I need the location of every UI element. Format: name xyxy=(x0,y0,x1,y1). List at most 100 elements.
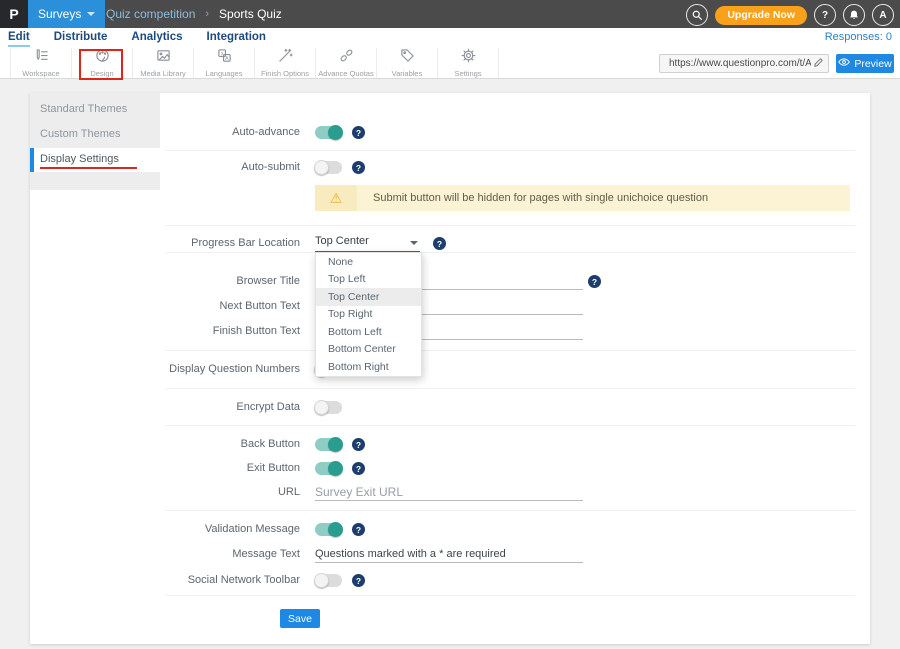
encrypt-data-toggle[interactable] xyxy=(315,401,342,414)
auto-submit-toggle[interactable] xyxy=(315,161,342,174)
dropdown-option-bottom-right[interactable]: Bottom Right xyxy=(316,358,421,376)
toolbar-item-advance-quotas[interactable]: Advance Quotas xyxy=(316,48,377,78)
validation-message-row: Validation Message ? xyxy=(30,521,870,538)
auto-submit-label: Auto-submit xyxy=(30,161,300,173)
toolbar-item-label: Workspace xyxy=(22,69,59,78)
toolbar-item-workspace[interactable]: Workspace xyxy=(10,48,72,78)
auto-advance-toggle[interactable] xyxy=(315,126,342,139)
eye-icon xyxy=(838,57,850,70)
dropdown-option-top-center[interactable]: Top Center xyxy=(316,288,421,306)
progress-bar-location-label: Progress Bar Location xyxy=(30,237,300,249)
magic-wand-icon xyxy=(278,48,293,68)
progress-bar-location-row: Progress Bar Location Top Center ? xyxy=(30,235,870,252)
help-icon[interactable]: ? xyxy=(433,237,446,250)
exit-url-label: URL xyxy=(30,486,300,498)
dropdown-option-top-right[interactable]: Top Right xyxy=(316,306,421,324)
tag-icon xyxy=(400,48,415,68)
help-icon[interactable]: ? xyxy=(352,462,365,475)
exit-url-input[interactable] xyxy=(315,484,583,501)
message-text-row: Message Text xyxy=(30,546,870,563)
tab-distribute[interactable]: Distribute xyxy=(54,28,108,47)
survey-url-input[interactable] xyxy=(667,57,813,70)
chevron-down-icon xyxy=(410,241,418,245)
toggle-knob xyxy=(314,573,329,588)
app-window: P Surveys Quiz competition › Sports Quiz… xyxy=(0,0,900,649)
upgrade-now-button[interactable]: Upgrade Now xyxy=(715,6,807,25)
social-network-toolbar-toggle[interactable] xyxy=(315,574,342,587)
message-text-input[interactable] xyxy=(315,546,583,563)
help-icon[interactable]: ? xyxy=(588,275,601,288)
warning-banner: ⚠ Submit button will be hidden for pages… xyxy=(315,185,850,211)
notifications-bell-icon[interactable] xyxy=(843,4,865,26)
tab-analytics[interactable]: Analytics xyxy=(131,28,182,47)
divider xyxy=(165,350,855,351)
divider xyxy=(165,510,855,511)
finish-button-text-label: Finish Button Text xyxy=(30,325,300,337)
top-navbar: P Surveys Quiz competition › Sports Quiz… xyxy=(0,0,900,28)
help-icon[interactable]: ? xyxy=(352,161,365,174)
warning-text: Submit button will be hidden for pages w… xyxy=(373,192,708,204)
media-library-icon xyxy=(156,48,171,68)
back-button-label: Back Button xyxy=(30,438,300,450)
auto-advance-row: Auto-advance ? xyxy=(30,124,870,141)
browser-title-row: Browser Title ? xyxy=(30,273,870,290)
help-button[interactable]: ? xyxy=(814,4,836,26)
toolbar-item-languages[interactable]: x A Languages xyxy=(194,48,255,78)
toolbar-item-variables[interactable]: Variables xyxy=(377,48,438,78)
help-icon[interactable]: ? xyxy=(352,574,365,587)
surveys-menu[interactable]: Surveys xyxy=(28,0,105,28)
tab-edit[interactable]: Edit xyxy=(8,28,30,47)
progress-bar-location-select[interactable]: Top Center xyxy=(315,235,420,251)
back-button-toggle[interactable] xyxy=(315,438,342,451)
toolbar-item-media-library[interactable]: Media Library xyxy=(133,48,194,78)
languages-icon: x A xyxy=(217,48,232,68)
svg-text:x: x xyxy=(220,51,223,57)
validation-message-label: Validation Message xyxy=(30,523,300,535)
sidebar-item-standard-themes[interactable]: Standard Themes xyxy=(40,103,127,115)
toggle-knob xyxy=(314,160,329,175)
toolbar-item-label: Finish Options xyxy=(261,69,309,78)
annotation-red-box-design xyxy=(79,49,123,80)
help-icon[interactable]: ? xyxy=(352,126,365,139)
help-icon[interactable]: ? xyxy=(352,438,365,451)
help-icon[interactable]: ? xyxy=(352,523,365,536)
exit-url-row: URL xyxy=(30,484,870,501)
next-button-text-label: Next Button Text xyxy=(30,300,300,312)
encrypt-data-row: Encrypt Data xyxy=(30,399,870,416)
preview-button[interactable]: Preview xyxy=(836,54,894,73)
account-avatar[interactable]: A xyxy=(872,4,894,26)
exit-button-toggle[interactable] xyxy=(315,462,342,475)
exit-button-label: Exit Button xyxy=(30,462,300,474)
toolbar-item-settings[interactable]: Settings xyxy=(438,48,499,78)
toolbar-item-finish-options[interactable]: Finish Options xyxy=(255,48,316,78)
edit-pencil-icon[interactable] xyxy=(813,55,824,73)
back-button-row: Back Button ? xyxy=(30,436,870,453)
validation-message-toggle[interactable] xyxy=(315,523,342,536)
dropdown-option-bottom-center[interactable]: Bottom Center xyxy=(316,341,421,359)
chain-links-icon xyxy=(339,48,354,68)
dropdown-option-none[interactable]: None xyxy=(316,253,421,271)
surveys-menu-label: Surveys xyxy=(38,7,81,21)
gear-icon xyxy=(461,48,476,68)
tab-integration[interactable]: Integration xyxy=(207,28,266,47)
next-button-text-row: Next Button Text xyxy=(30,298,870,315)
divider xyxy=(165,595,855,596)
toggle-knob xyxy=(328,437,343,452)
breadcrumb-separator-icon: › xyxy=(205,8,209,20)
toolbar-item-label: Advance Quotas xyxy=(318,69,373,78)
breadcrumb-parent[interactable]: Quiz competition xyxy=(106,7,195,21)
dropdown-option-top-left[interactable]: Top Left xyxy=(316,271,421,289)
select-value: Top Center xyxy=(315,235,369,247)
divider xyxy=(165,225,855,226)
toolbar-item-label: Media Library xyxy=(140,69,185,78)
toolbar-item-label: Variables xyxy=(392,69,423,78)
questionpro-logo-icon[interactable]: P xyxy=(0,0,28,28)
responses-count[interactable]: Responses: 0 xyxy=(825,31,892,43)
warning-triangle-icon: ⚠ xyxy=(315,185,357,211)
search-icon[interactable] xyxy=(686,4,708,26)
browser-title-label: Browser Title xyxy=(30,275,300,287)
save-button[interactable]: Save xyxy=(280,609,320,628)
dropdown-option-bottom-left[interactable]: Bottom Left xyxy=(316,323,421,341)
message-text-label: Message Text xyxy=(30,548,300,560)
display-question-numbers-label: Display Question Numbers xyxy=(30,363,300,375)
